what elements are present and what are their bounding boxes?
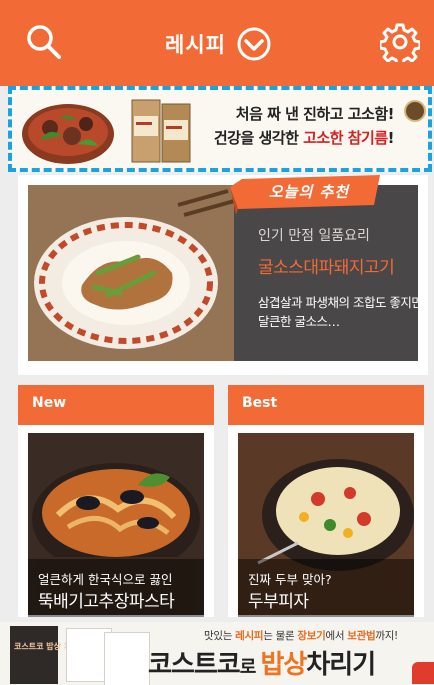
page-title: 레시피 <box>165 33 226 57</box>
todays-pick-label: 오늘의 추천 <box>268 183 350 201</box>
chevron-down-circle-icon <box>237 27 271 61</box>
todays-recommendation-card[interactable]: 오늘의 추천 인기 만점 일품요리 굴소스대파돼지고기 삼겹살과 파생채의 조합… <box>18 175 428 375</box>
bottom-ad-tagline: 맛있는 레시피는 물론 장보기에서 보관법까지! <box>204 630 398 642</box>
search-icon <box>27 25 61 59</box>
recommendation-dish-image <box>28 185 234 361</box>
new-recipe-card[interactable]: New 얼큰하게 한국식으로 끓인 뚝배기고추장파스타 <box>18 385 214 617</box>
best-card-label: Best <box>242 395 278 411</box>
food-bowl-image <box>22 104 114 164</box>
best-recipe-card[interactable]: Best 진짜 두부 맞아? 두부피자 <box>228 385 424 617</box>
brand-logo-icon <box>404 100 426 122</box>
top-ad-banner[interactable]: 처음 짜 낸 진하고 고소함! 건강을 생각한 고소한 참기름! <box>8 86 432 172</box>
category-dropdown[interactable]: 레시피 <box>165 24 272 64</box>
cookbook-page-image <box>104 632 150 685</box>
top-ad-line1: 처음 짜 낸 진하고 고소함! <box>235 105 395 123</box>
top-ad-text: 처음 짜 낸 진하고 고소함! 건강을 생각한 고소한 참기름! <box>208 102 395 150</box>
recommendation-description: 삼겹살과 파생채의 조합도 좋지만 달큰한 굴소스… <box>258 295 423 329</box>
new-card-subtitle: 얼큰하게 한국식으로 끓인 <box>38 572 173 587</box>
recommendation-subtitle: 인기 만점 일품요리 <box>258 228 370 244</box>
bottom-ad-banner[interactable]: 코스트코 밥상 차리기 맛있는 레시피는 물론 장보기에서 보관법까지! 코스트… <box>0 622 434 685</box>
best-card-subtitle: 진짜 두부 맞아? <box>248 572 332 587</box>
app-header: 레시피 <box>0 0 434 86</box>
new-card-title: 뚝배기고추장파스타 <box>38 592 175 612</box>
bottom-ad-headline: 코스트코로 밥상차리기 <box>148 650 376 680</box>
new-card-label: New <box>32 395 67 411</box>
ad-close-corner[interactable] <box>412 662 434 684</box>
cookbook-cover-image <box>10 626 58 684</box>
gear-icon <box>378 23 422 67</box>
search-button[interactable] <box>24 22 64 62</box>
settings-button[interactable] <box>378 22 422 67</box>
best-card-title: 두부피자 <box>248 592 309 612</box>
sesame-oil-cans-image <box>131 99 191 163</box>
recommendation-title: 굴소스대파돼지고기 <box>258 258 395 278</box>
top-ad-line2: 건강을 생각한 고소한 참기름! <box>213 129 395 147</box>
